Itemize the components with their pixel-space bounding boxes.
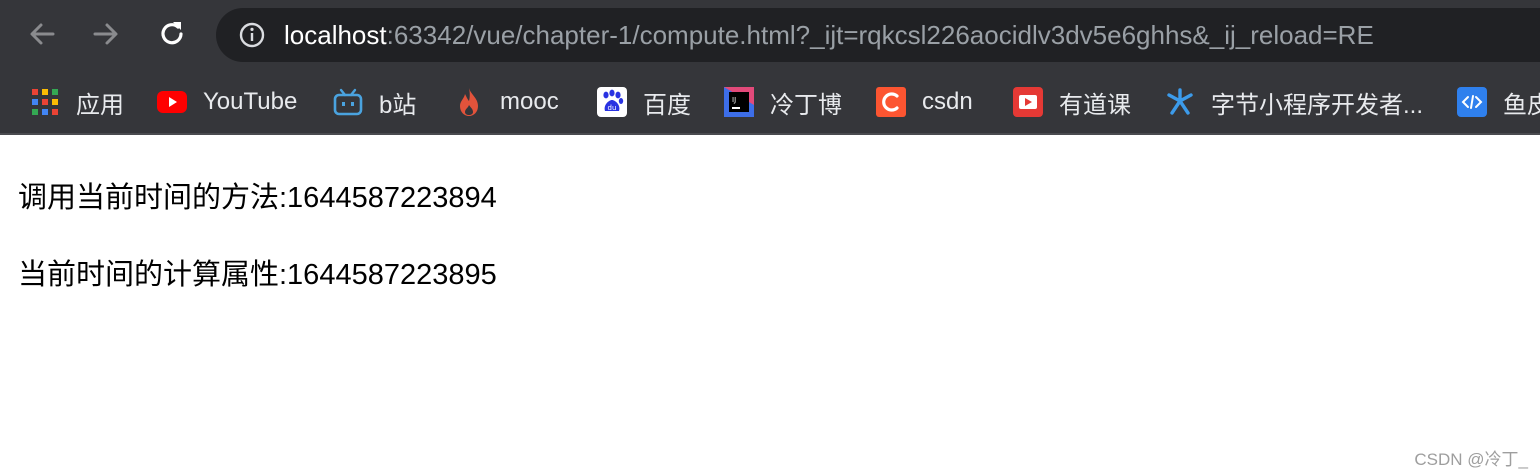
reload-button[interactable] <box>150 12 194 56</box>
baidu-paw-icon: du <box>597 87 627 117</box>
forward-button[interactable] <box>84 12 128 56</box>
bookmark-youdao[interactable]: 有道课 <box>1013 86 1131 119</box>
youtube-icon <box>157 87 187 117</box>
bookmark-label: mooc <box>500 88 559 115</box>
reload-icon <box>161 22 183 45</box>
site-info-icon[interactable] <box>238 21 266 54</box>
apps-grid-icon <box>30 87 60 117</box>
bookmark-label: 冷丁博 <box>770 91 842 119</box>
bookmark-label: YouTube <box>203 88 298 115</box>
bookmark-baidu[interactable]: du 百度 <box>597 86 691 119</box>
flame-icon <box>454 87 484 117</box>
bookmark-jetbrains[interactable]: IJ 冷丁博 <box>724 86 842 119</box>
arrow-right-icon <box>93 23 118 45</box>
csdn-icon <box>876 87 906 117</box>
bookmark-bilibili[interactable]: b站 <box>333 86 417 119</box>
bookmark-label: 有道课 <box>1059 91 1131 119</box>
bookmark-label: 鱼皮 <box>1503 91 1540 119</box>
toolbar-divider <box>0 133 1540 135</box>
bookmark-apps[interactable]: 应用 <box>30 86 124 119</box>
code-icon <box>1457 87 1487 117</box>
url-text[interactable]: localhost:63342/vue/chapter-1/compute.ht… <box>284 8 1374 62</box>
bookmark-yupi[interactable]: 鱼皮 <box>1457 86 1540 119</box>
svg-text:du: du <box>608 104 617 112</box>
bytedance-icon <box>1165 87 1195 117</box>
address-bar[interactable]: localhost:63342/vue/chapter-1/compute.ht… <box>216 8 1540 62</box>
url-host: localhost <box>284 20 387 50</box>
svg-text:IJ: IJ <box>732 96 736 104</box>
browser-chrome: localhost:63342/vue/chapter-1/compute.ht… <box>0 0 1540 135</box>
method-time-text: 调用当前时间的方法:1644587223894 <box>18 182 497 214</box>
bookmark-label: 应用 <box>76 91 124 119</box>
jetbrains-icon: IJ <box>724 87 754 117</box>
back-button[interactable] <box>20 12 64 56</box>
bookmark-label: 百度 <box>643 91 691 119</box>
bookmark-mooc[interactable]: mooc <box>454 86 559 118</box>
url-path: :63342/vue/chapter-1/compute.html?_ijt=r… <box>386 20 1374 50</box>
bookmarks-bar: 应用 YouTube b站 mooc du 百度 IJ 冷丁博 csdn 有道课… <box>0 76 1540 128</box>
bilibili-icon <box>333 87 363 117</box>
bookmark-csdn[interactable]: csdn <box>876 86 973 118</box>
bookmark-label: b站 <box>379 91 417 119</box>
bookmark-label: csdn <box>922 88 973 115</box>
computed-time-text: 当前时间的计算属性:1644587223895 <box>18 259 497 291</box>
csdn-watermark: CSDN @冷丁_ <box>1414 450 1528 469</box>
bookmark-bytedance[interactable]: 字节小程序开发者... <box>1165 86 1424 119</box>
bookmark-label: 字节小程序开发者... <box>1211 91 1424 119</box>
youdao-icon <box>1013 87 1043 117</box>
bookmark-youtube[interactable]: YouTube <box>157 86 297 118</box>
arrow-left-icon <box>30 23 55 45</box>
